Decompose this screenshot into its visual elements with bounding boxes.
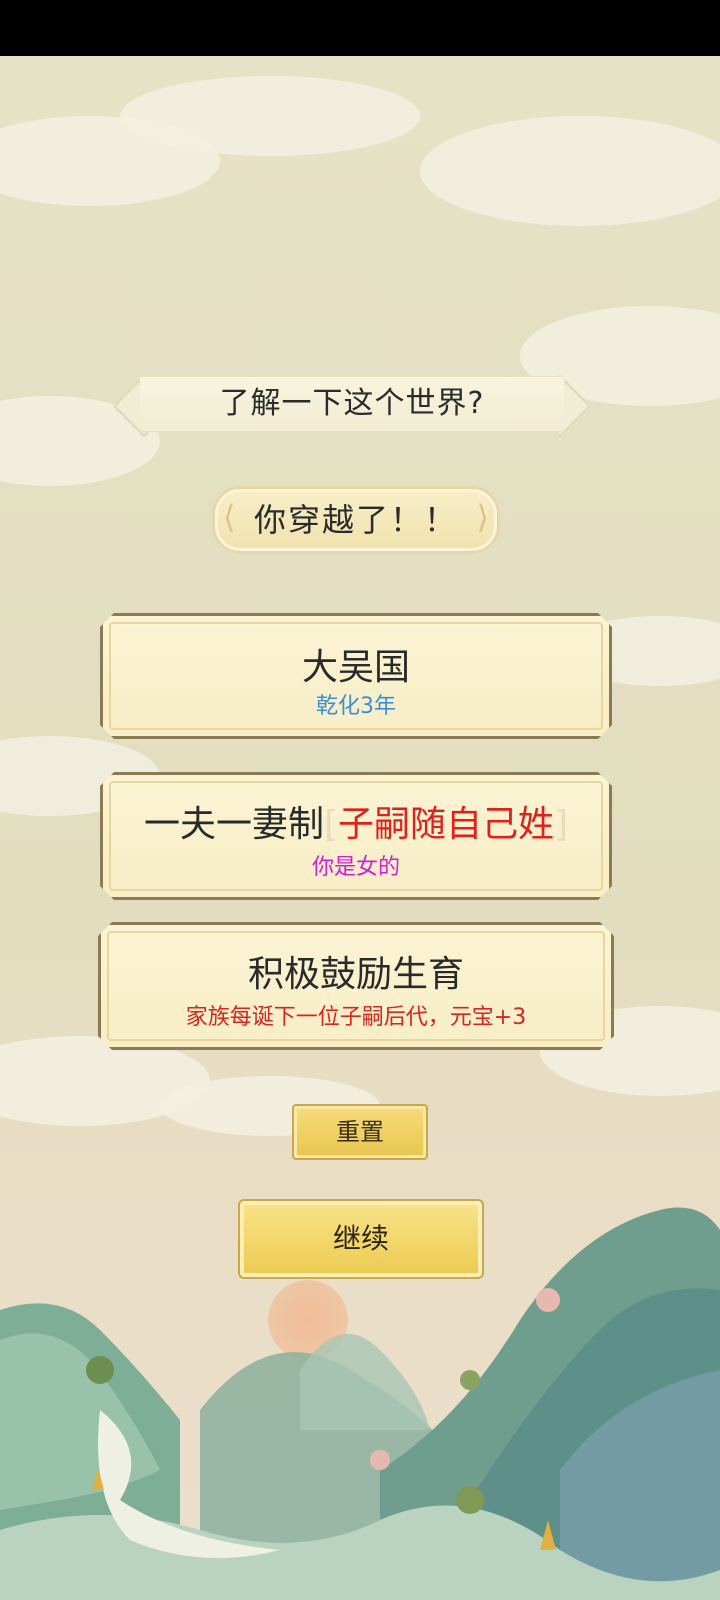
bracket-open: [ xyxy=(323,804,338,845)
marriage-rule-text: 一夫一妻制 xyxy=(143,804,324,845)
reset-button[interactable]: 重置 xyxy=(292,1104,428,1160)
surname-rule-text: 子嗣随自己姓 xyxy=(338,804,555,845)
bracket-close: ] xyxy=(554,804,569,845)
page-title: 了解一下这个世界? xyxy=(219,386,485,421)
world-card-marriage: 一夫一妻制[子嗣随自己姓] 你是女的 xyxy=(100,772,612,900)
continue-button[interactable]: 继续 xyxy=(238,1199,484,1279)
card-sub-text: 家族每诞下一位子嗣后代，元宝+3 xyxy=(185,1005,527,1030)
world-card-country: 大吴国 乾化3年 xyxy=(100,613,612,739)
world-card-birth: 积极鼓励生育 家族每诞下一位子嗣后代，元宝+3 xyxy=(98,922,614,1050)
card-sub-text: 乾化3年 xyxy=(316,694,396,719)
card-main-text: 积极鼓励生育 xyxy=(247,954,464,995)
right-ornament-icon: ⟩ xyxy=(476,498,489,536)
card-sub-text: 你是女的 xyxy=(311,855,400,880)
title-banner: 了解一下这个世界? xyxy=(112,374,592,438)
status-bar xyxy=(0,0,720,56)
subtitle-banner: ⟨ 你穿越了！！ ⟩ xyxy=(212,486,500,554)
subtitle-text: 你穿越了！！ xyxy=(253,501,458,539)
card-main-text: 一夫一妻制[子嗣随自己姓] xyxy=(103,795,609,847)
card-main-text: 大吴国 xyxy=(301,647,410,688)
